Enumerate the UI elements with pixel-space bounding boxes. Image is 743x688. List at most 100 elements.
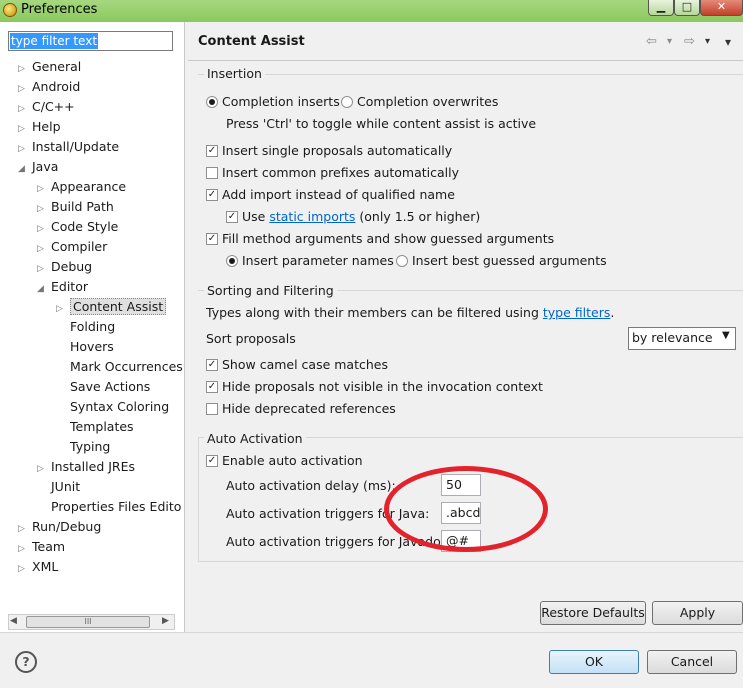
expand-arrow-icon[interactable]: ▷ xyxy=(37,239,51,259)
cancel-button[interactable]: Cancel xyxy=(647,650,737,674)
tree-item-label[interactable]: Android xyxy=(32,79,80,94)
scroll-right-icon[interactable]: ▶ xyxy=(162,616,169,626)
add-import-checkbox[interactable]: ✓ xyxy=(206,189,218,201)
tree-item-label[interactable]: Build Path xyxy=(51,199,114,214)
tree-item-label[interactable]: Code Style xyxy=(51,219,118,234)
tree-item[interactable]: ◢ Java xyxy=(18,157,58,177)
tree-item[interactable]: ▷ XML xyxy=(18,557,58,577)
tree-item[interactable]: ▷ Code Style xyxy=(37,217,118,237)
best-guessed-label[interactable]: Insert best guessed arguments xyxy=(412,253,607,268)
tree-item-label[interactable]: XML xyxy=(32,559,58,574)
tree-item[interactable]: ▷ C/C++ xyxy=(18,97,75,117)
tree-item[interactable]: Save Actions xyxy=(56,377,150,397)
tree-item[interactable]: ◢ Editor xyxy=(37,277,88,297)
tree-item[interactable]: Typing xyxy=(56,437,110,457)
tree-item[interactable]: Syntax Coloring xyxy=(56,397,169,417)
forward-icon[interactable]: ⇨ xyxy=(684,34,695,49)
forward-menu-icon[interactable]: ▾ xyxy=(705,36,710,47)
filter-text[interactable]: type filter text xyxy=(10,33,99,49)
tree-item-label[interactable]: Folding xyxy=(70,319,115,334)
parameter-names-label[interactable]: Insert parameter names xyxy=(242,253,394,268)
tree-item-label[interactable]: Content Assist xyxy=(70,298,167,315)
scroll-left-icon[interactable]: ◀ xyxy=(10,616,17,626)
tree-item[interactable]: Mark Occurrences xyxy=(56,357,183,377)
sort-proposals-value[interactable]: by relevance xyxy=(632,330,713,345)
camel-case-checkbox[interactable]: ✓ xyxy=(206,359,218,371)
tree-item[interactable]: ▷ Build Path xyxy=(37,197,114,217)
view-menu-icon[interactable]: ▾ xyxy=(725,35,731,49)
tree-item[interactable]: JUnit xyxy=(37,477,80,497)
expand-arrow-icon[interactable]: ▷ xyxy=(37,459,51,479)
ok-button[interactable]: OK xyxy=(549,650,639,674)
scroll-thumb[interactable]: III xyxy=(26,616,150,628)
tree-item-label[interactable]: Appearance xyxy=(51,179,126,194)
restore-defaults-button[interactable]: Restore Defaults xyxy=(540,601,646,625)
tree-item[interactable]: Folding xyxy=(56,317,115,337)
tree-item[interactable]: ▷ Appearance xyxy=(37,177,126,197)
add-import-label[interactable]: Add import instead of qualified name xyxy=(222,187,455,202)
expand-arrow-icon[interactable]: ▷ xyxy=(18,59,32,79)
expand-arrow-icon[interactable]: ▷ xyxy=(37,219,51,239)
tree-item[interactable]: ▷ Team xyxy=(18,537,65,557)
camel-case-label[interactable]: Show camel case matches xyxy=(222,357,388,372)
minimize-button[interactable]: ▁ xyxy=(648,0,674,16)
expand-arrow-icon[interactable]: ▷ xyxy=(56,299,70,319)
expand-arrow-icon[interactable]: ▷ xyxy=(18,79,32,99)
type-filters-link[interactable]: type filters xyxy=(543,305,611,320)
completion-inserts-label[interactable]: Completion inserts xyxy=(222,94,340,109)
completion-overwrites-radio[interactable] xyxy=(341,96,353,108)
expand-arrow-icon[interactable]: ▷ xyxy=(18,99,32,119)
tree-item[interactable]: ▷ Compiler xyxy=(37,237,107,257)
tree-item-label[interactable]: Hovers xyxy=(70,339,114,354)
expand-arrow-icon[interactable]: ▷ xyxy=(18,519,32,539)
tree-item[interactable]: ▷ Installed JREs xyxy=(37,457,135,477)
hide-deprecated-label[interactable]: Hide deprecated references xyxy=(222,401,396,416)
hide-not-visible-label[interactable]: Hide proposals not visible in the invoca… xyxy=(222,379,543,394)
tree-item[interactable]: Properties Files Edito xyxy=(37,497,181,517)
expand-arrow-icon[interactable]: ▷ xyxy=(18,119,32,139)
tree-item[interactable]: ▷ Install/Update xyxy=(18,137,119,157)
common-prefixes-label[interactable]: Insert common prefixes automatically xyxy=(222,165,459,180)
best-guessed-radio[interactable] xyxy=(396,255,408,267)
tree-item-label[interactable]: Debug xyxy=(51,259,92,274)
help-icon[interactable]: ? xyxy=(15,651,37,673)
hide-deprecated-checkbox[interactable] xyxy=(206,403,218,415)
tree-item-label[interactable]: C/C++ xyxy=(32,99,75,114)
tree-item[interactable]: Templates xyxy=(56,417,134,437)
tree-item-label[interactable]: Install/Update xyxy=(32,139,119,154)
tree-item[interactable]: ▷ Android xyxy=(18,77,80,97)
collapse-arrow-icon[interactable]: ◢ xyxy=(37,279,51,299)
maximize-button[interactable]: □ xyxy=(674,0,700,16)
tree-item[interactable]: ▷ Help xyxy=(18,117,61,137)
dropdown-arrow-icon[interactable]: ▼ xyxy=(722,330,730,341)
collapse-arrow-icon[interactable]: ◢ xyxy=(18,159,32,179)
expand-arrow-icon[interactable]: ▷ xyxy=(18,559,32,579)
expand-arrow-icon[interactable]: ▷ xyxy=(37,259,51,279)
enable-auto-activation-label[interactable]: Enable auto activation xyxy=(222,453,363,468)
tree-item-label[interactable]: Mark Occurrences xyxy=(70,359,183,374)
enable-auto-activation-checkbox[interactable]: ✓ xyxy=(206,455,218,467)
tree-item-label[interactable]: Save Actions xyxy=(70,379,150,394)
completion-inserts-radio[interactable] xyxy=(206,96,218,108)
tree-item-label[interactable]: Team xyxy=(32,539,65,554)
expand-arrow-icon[interactable]: ▷ xyxy=(37,199,51,219)
expand-arrow-icon[interactable]: ▷ xyxy=(37,179,51,199)
static-imports-checkbox[interactable]: ✓ xyxy=(226,211,238,223)
tree-item-label[interactable]: Compiler xyxy=(51,239,107,254)
back-menu-icon[interactable]: ▾ xyxy=(667,36,672,47)
tree-item-label[interactable]: Typing xyxy=(70,439,110,454)
single-proposals-label[interactable]: Insert single proposals automatically xyxy=(222,143,452,158)
tree-item[interactable]: ▷ Run/Debug xyxy=(18,517,101,537)
tree-item-label[interactable]: Help xyxy=(32,119,61,134)
tree-item[interactable]: ▷ Content Assist xyxy=(56,297,167,319)
tree-item-label[interactable]: Syntax Coloring xyxy=(70,399,169,414)
back-icon[interactable]: ⇦ xyxy=(646,34,657,49)
tree-item[interactable]: Hovers xyxy=(56,337,114,357)
tree-item-label[interactable]: JUnit xyxy=(51,479,80,494)
tree-item[interactable]: ▷ General xyxy=(18,57,81,77)
parameter-names-radio[interactable] xyxy=(226,255,238,267)
tree-item[interactable]: ▷ Debug xyxy=(37,257,92,277)
single-proposals-checkbox[interactable]: ✓ xyxy=(206,145,218,157)
tree-item-label[interactable]: Run/Debug xyxy=(32,519,101,534)
apply-button[interactable]: Apply xyxy=(652,601,743,625)
